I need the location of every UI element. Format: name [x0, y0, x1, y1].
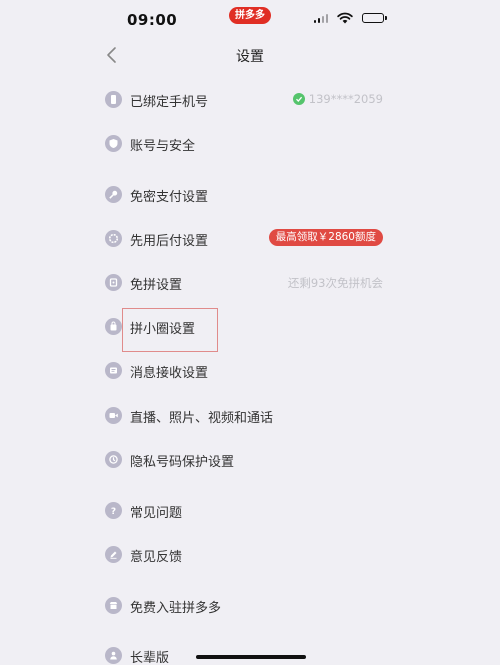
settings-item-label: 直播、照片、视频和通话	[130, 411, 274, 426]
settings-item-merchant-join[interactable]: 免费入驻拼多多	[0, 586, 500, 626]
settings-item-pay-later[interactable]: 先用后付设置 最高领取￥2860额度	[0, 219, 500, 259]
settings-item-free-group[interactable]: 免拼设置 还剩93次免拼机会	[0, 263, 500, 303]
badge-icon	[105, 230, 122, 247]
settings-item-label: 消息接收设置	[130, 366, 209, 381]
settings-item-label: 免费入驻拼多多	[130, 601, 222, 616]
promo-badge: 最高领取￥2860额度	[268, 229, 383, 246]
settings-item-label: 免密支付设置	[130, 190, 209, 205]
settings-item-password-free-pay[interactable]: 免密支付设置	[0, 175, 500, 215]
home-indicator	[196, 655, 306, 659]
app-badge: 拼多多	[229, 7, 271, 24]
phone-number-text: 139****2059	[308, 92, 383, 106]
settings-item-label: 账号与安全	[130, 139, 196, 154]
settings-item-label: 免拼设置	[130, 278, 183, 293]
person-icon	[105, 647, 122, 664]
settings-item-faq[interactable]: ? 常见问题	[0, 491, 500, 531]
phone-number: 139****2059	[292, 92, 383, 106]
selection-highlight	[122, 308, 218, 352]
settings-item-pin-circle[interactable]: 拼小圈设置	[0, 307, 500, 347]
settings-item-label: 意见反馈	[130, 550, 183, 565]
settings-item-label: 已绑定手机号	[130, 95, 209, 110]
settings-item-feedback[interactable]: 意见反馈	[0, 535, 500, 575]
settings-item-bound-phone[interactable]: 已绑定手机号 139****2059	[0, 80, 500, 120]
status-time: 09:00	[127, 11, 178, 29]
battery-icon	[362, 13, 387, 23]
privacy-icon	[105, 451, 122, 468]
settings-item-label: 隐私号码保护设置	[130, 455, 235, 470]
message-icon	[105, 362, 122, 379]
signal-icon	[314, 13, 328, 23]
settings-item-senior-mode[interactable]: 长辈版	[0, 636, 500, 665]
pencil-icon	[105, 546, 122, 563]
status-bar: 09:00 拼多多	[0, 0, 500, 40]
free-group-remaining: 还剩93次免拼机会	[287, 276, 383, 290]
ticket-icon	[105, 274, 122, 291]
shield-icon	[105, 135, 122, 152]
verified-check-icon	[292, 93, 305, 105]
settings-item-privacy-number[interactable]: 隐私号码保护设置	[0, 440, 500, 480]
page-title: 设置	[236, 49, 264, 65]
settings-item-media-call[interactable]: 直播、照片、视频和通话	[0, 396, 500, 436]
settings-item-message-receive[interactable]: 消息接收设置	[0, 351, 500, 391]
store-icon	[105, 597, 122, 614]
wifi-icon	[337, 12, 353, 24]
settings-item-label: 先用后付设置	[130, 234, 209, 249]
svg-text:?: ?	[111, 507, 116, 516]
key-icon	[105, 186, 122, 203]
nav-bar: 设置	[0, 38, 500, 72]
question-icon: ?	[105, 502, 122, 519]
bag-icon	[105, 318, 122, 335]
video-icon	[105, 407, 122, 424]
settings-item-account-security[interactable]: 账号与安全	[0, 124, 500, 164]
settings-item-label: 常见问题	[130, 506, 183, 521]
status-icons	[314, 12, 387, 24]
settings-item-label: 长辈版	[130, 651, 170, 665]
settings-screen: 09:00 拼多多 设置 已绑定手机号 139****2059 账号与安全 免密…	[0, 0, 500, 665]
phone-icon	[105, 91, 122, 108]
